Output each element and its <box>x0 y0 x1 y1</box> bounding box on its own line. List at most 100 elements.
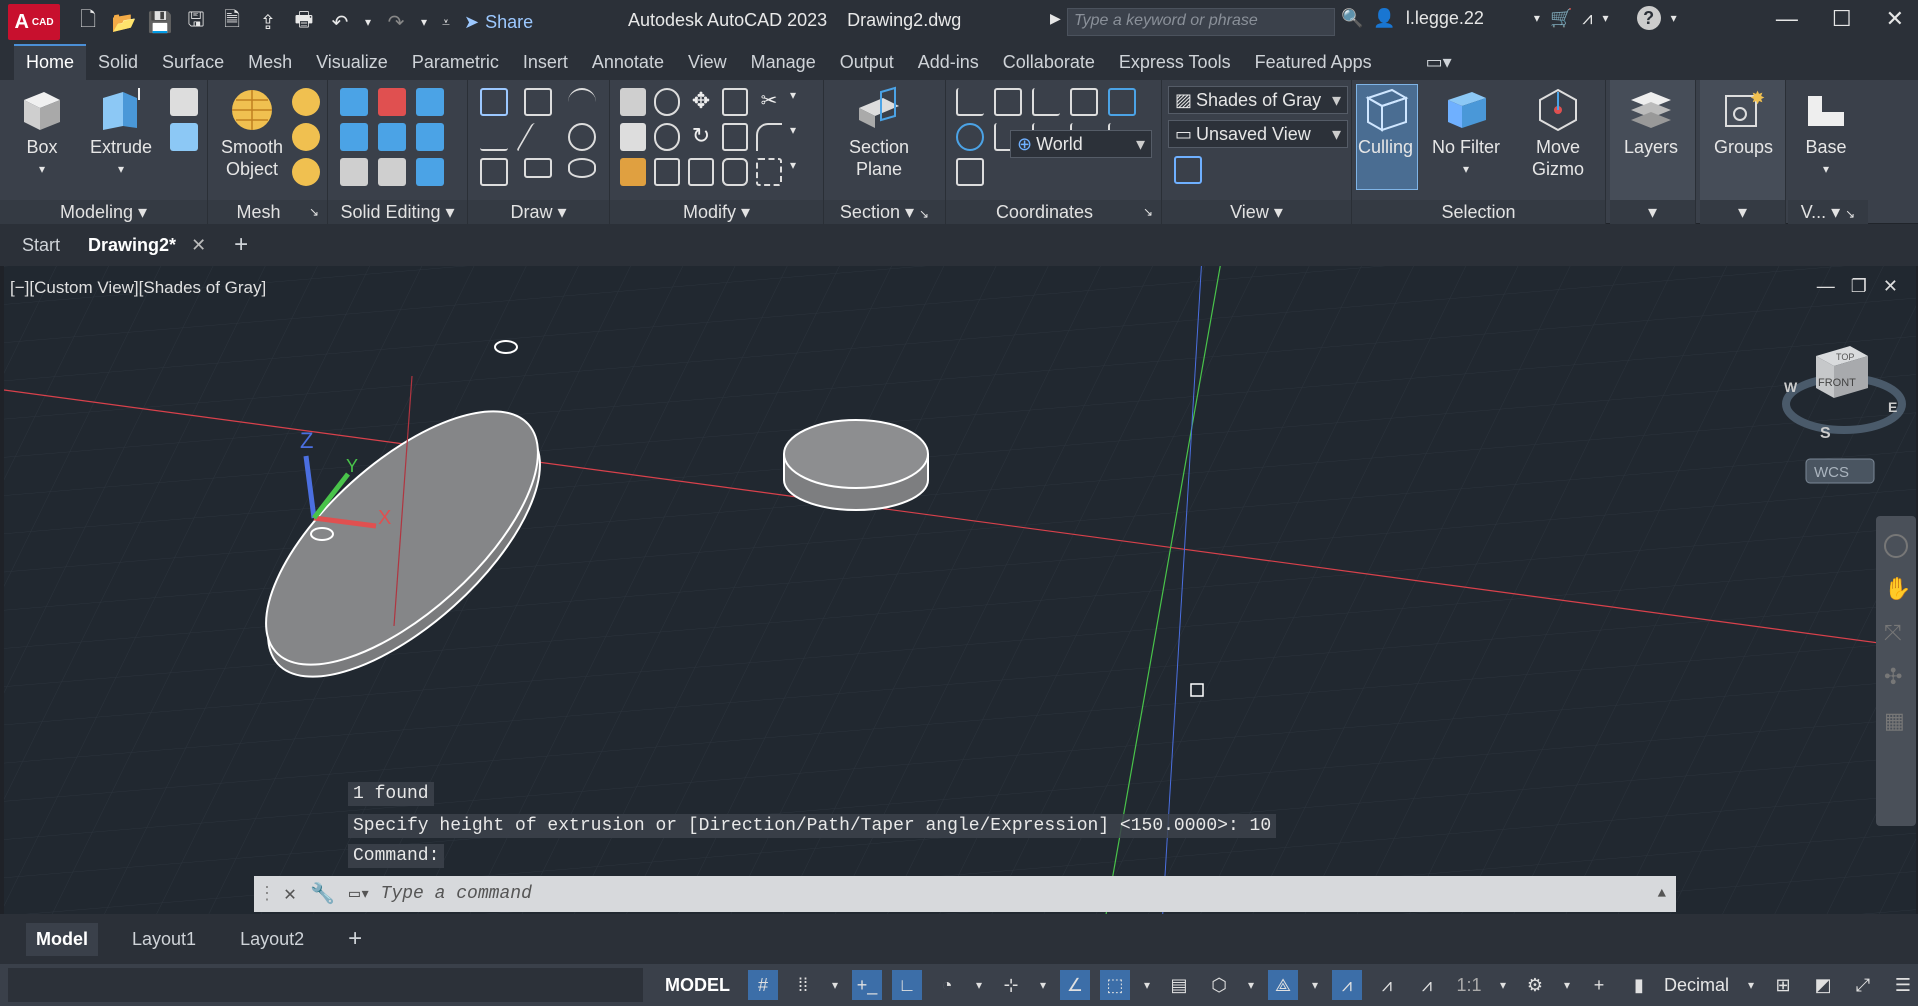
move-icon[interactable]: ✥ <box>688 88 714 116</box>
extrude-button[interactable]: Extrude ▾ <box>90 86 152 180</box>
auto-scale-icon[interactable]: ⩘ <box>1372 970 1402 1000</box>
units-dropdown-icon[interactable]: ▾ <box>1744 970 1758 1000</box>
app-dropdown-icon[interactable]: ▾ <box>1603 11 1609 25</box>
wcs-dropdown[interactable]: WCS <box>1805 458 1875 484</box>
box-button[interactable]: Box ▾ <box>18 86 66 180</box>
panel-title-layers[interactable]: ▾ <box>1610 200 1695 224</box>
tab-featured-apps[interactable]: Featured Apps <box>1243 46 1384 80</box>
undo-icon[interactable]: ↶ <box>326 8 354 36</box>
close-tab-icon[interactable]: ✕ <box>191 235 206 255</box>
tab-surface[interactable]: Surface <box>150 46 236 80</box>
arc-icon[interactable] <box>568 88 596 116</box>
3d-array-icon[interactable] <box>654 123 680 151</box>
undo-dropdown-icon[interactable]: ▾ <box>362 8 374 36</box>
layers-button[interactable]: Layers <box>1624 86 1678 158</box>
svg-text:E[interactable]: E <box>1888 399 1897 415</box>
subtract-icon[interactable] <box>378 88 406 116</box>
interfere-icon[interactable] <box>416 88 444 116</box>
circle-icon[interactable] <box>568 123 596 151</box>
line-icon[interactable] <box>515 123 561 151</box>
smooth-more-icon[interactable] <box>292 88 320 116</box>
ucs-x-icon[interactable] <box>1032 88 1060 116</box>
redo-dropdown-icon[interactable]: ▾ <box>418 8 430 36</box>
viewport-close-icon[interactable]: ✕ <box>1883 276 1898 297</box>
object-snap-icon[interactable]: ⬚ <box>1100 970 1130 1000</box>
tab-start[interactable]: Start <box>22 235 60 256</box>
user-name[interactable]: l.legge.22 <box>1406 8 1484 29</box>
close-command-line-icon[interactable]: ✕ <box>284 881 296 907</box>
help-dropdown-icon[interactable]: ▾ <box>1671 11 1677 25</box>
base-button[interactable]: Base ▾ <box>1802 86 1850 180</box>
polar-icon[interactable]: ◔ <box>932 970 962 1000</box>
save-web-icon[interactable]: ⇪ <box>254 8 282 36</box>
snap-icon[interactable]: ⁞⁞ <box>788 970 818 1000</box>
snap-dropdown-icon[interactable]: ▾ <box>828 970 842 1000</box>
3d-align-icon[interactable] <box>620 123 646 151</box>
command-input[interactable]: Type a command <box>381 884 1658 904</box>
search-icon[interactable]: 🔍 <box>1341 8 1363 29</box>
command-grip-icon[interactable]: ⋮ <box>258 883 276 905</box>
spline-icon[interactable] <box>480 123 508 151</box>
extract-edges-icon[interactable] <box>416 123 444 151</box>
box-dropdown-icon[interactable]: ▾ <box>39 158 45 180</box>
navigation-bar[interactable]: ✋ ⤧ ✣ ▦ <box>1876 516 1916 826</box>
scale-readout[interactable]: 1:1 <box>1452 970 1486 1000</box>
share-button[interactable]: ➤ Share <box>464 12 533 33</box>
trim-dropdown-icon[interactable]: ▾ <box>790 88 816 116</box>
steering-wheel-icon[interactable] <box>1884 534 1908 558</box>
new-tab-icon[interactable]: + <box>234 231 248 259</box>
user-dropdown-icon[interactable]: ▾ <box>1534 11 1540 25</box>
smooth-less-icon[interactable] <box>292 123 320 151</box>
ucs-world-dropdown[interactable]: ⊕ World <box>1010 130 1152 158</box>
svg-text:FRONT[interactable]: FRONT <box>1818 377 1856 389</box>
tab-solid[interactable]: Solid <box>86 46 150 80</box>
ucs-icon[interactable] <box>956 88 984 116</box>
help-icon[interactable]: ? <box>1636 6 1661 30</box>
union-icon[interactable] <box>340 88 368 116</box>
quick-properties-icon[interactable]: ⊞ <box>1768 970 1798 1000</box>
ucs-view-icon[interactable] <box>1070 88 1098 116</box>
tab-collaborate[interactable]: Collaborate <box>991 46 1107 80</box>
tab-visualize[interactable]: Visualize <box>304 46 400 80</box>
customize-status-icon[interactable]: ☰ <box>1888 970 1918 1000</box>
panel-title-modify[interactable]: Modify ▾ <box>610 200 823 224</box>
tab-add-ins[interactable]: Add-ins <box>906 46 991 80</box>
coordinates-readout[interactable] <box>8 968 643 1002</box>
pan-icon[interactable]: ✋ <box>1884 576 1911 602</box>
copy-icon[interactable] <box>722 88 748 116</box>
cylinder-solid[interactable] <box>783 419 929 511</box>
extrude-dropdown-icon[interactable]: ▾ <box>118 158 124 180</box>
search-input[interactable]: Type a keyword or phrase <box>1067 8 1335 36</box>
search-expand-icon[interactable]: ▶ <box>1050 10 1061 27</box>
3d-move-icon[interactable] <box>620 88 646 116</box>
save-icon[interactable]: 💾 <box>146 8 174 36</box>
redo-icon[interactable]: ↷ <box>382 8 410 36</box>
groups-button[interactable]: ✸ Groups <box>1714 86 1773 158</box>
panel-title-coordinates[interactable]: Coordinates ↘ <box>946 200 1161 224</box>
panel-title-section[interactable]: Section ▾ ↘ <box>824 200 945 224</box>
ucs-named-icon[interactable] <box>994 88 1022 116</box>
isodraft-dropdown-icon[interactable]: ▾ <box>1036 970 1050 1000</box>
panel-title-view[interactable]: View ▾ <box>1162 200 1351 224</box>
no-filter-button[interactable]: No Filter ▾ <box>1432 86 1500 180</box>
base-dropdown-icon[interactable]: ▾ <box>1823 158 1829 180</box>
polar-dropdown-icon[interactable]: ▾ <box>972 970 986 1000</box>
panel-title-solid-editing[interactable]: Solid Editing ▾ <box>328 200 467 224</box>
panel-title-selection[interactable]: Selection <box>1352 200 1605 224</box>
selection-cycling-icon[interactable]: ⬡ <box>1204 970 1234 1000</box>
svg-text:W[interactable]: W <box>1784 379 1798 395</box>
refine-mesh-icon[interactable] <box>292 158 320 186</box>
3d-osnap-icon[interactable]: ⟁ <box>1268 970 1298 1000</box>
array-icon[interactable] <box>756 158 782 186</box>
helix-icon[interactable] <box>524 88 552 116</box>
annotation-monitor-icon[interactable]: + <box>1584 970 1614 1000</box>
orbit-icon[interactable]: ✣ <box>1884 664 1908 690</box>
workspace-gear-icon[interactable]: ⚙ <box>1520 970 1550 1000</box>
model-space-button[interactable]: MODEL <box>657 971 738 1000</box>
zoom-extents-icon[interactable]: ⤧ <box>1884 620 1908 646</box>
open-web-icon[interactable]: 🗎 <box>218 8 246 36</box>
fillet-dropdown-icon[interactable]: ▾ <box>790 123 816 151</box>
shell-icon[interactable] <box>378 158 406 186</box>
tab-express-tools[interactable]: Express Tools <box>1107 46 1243 80</box>
ucs-world-icon[interactable] <box>956 123 984 151</box>
